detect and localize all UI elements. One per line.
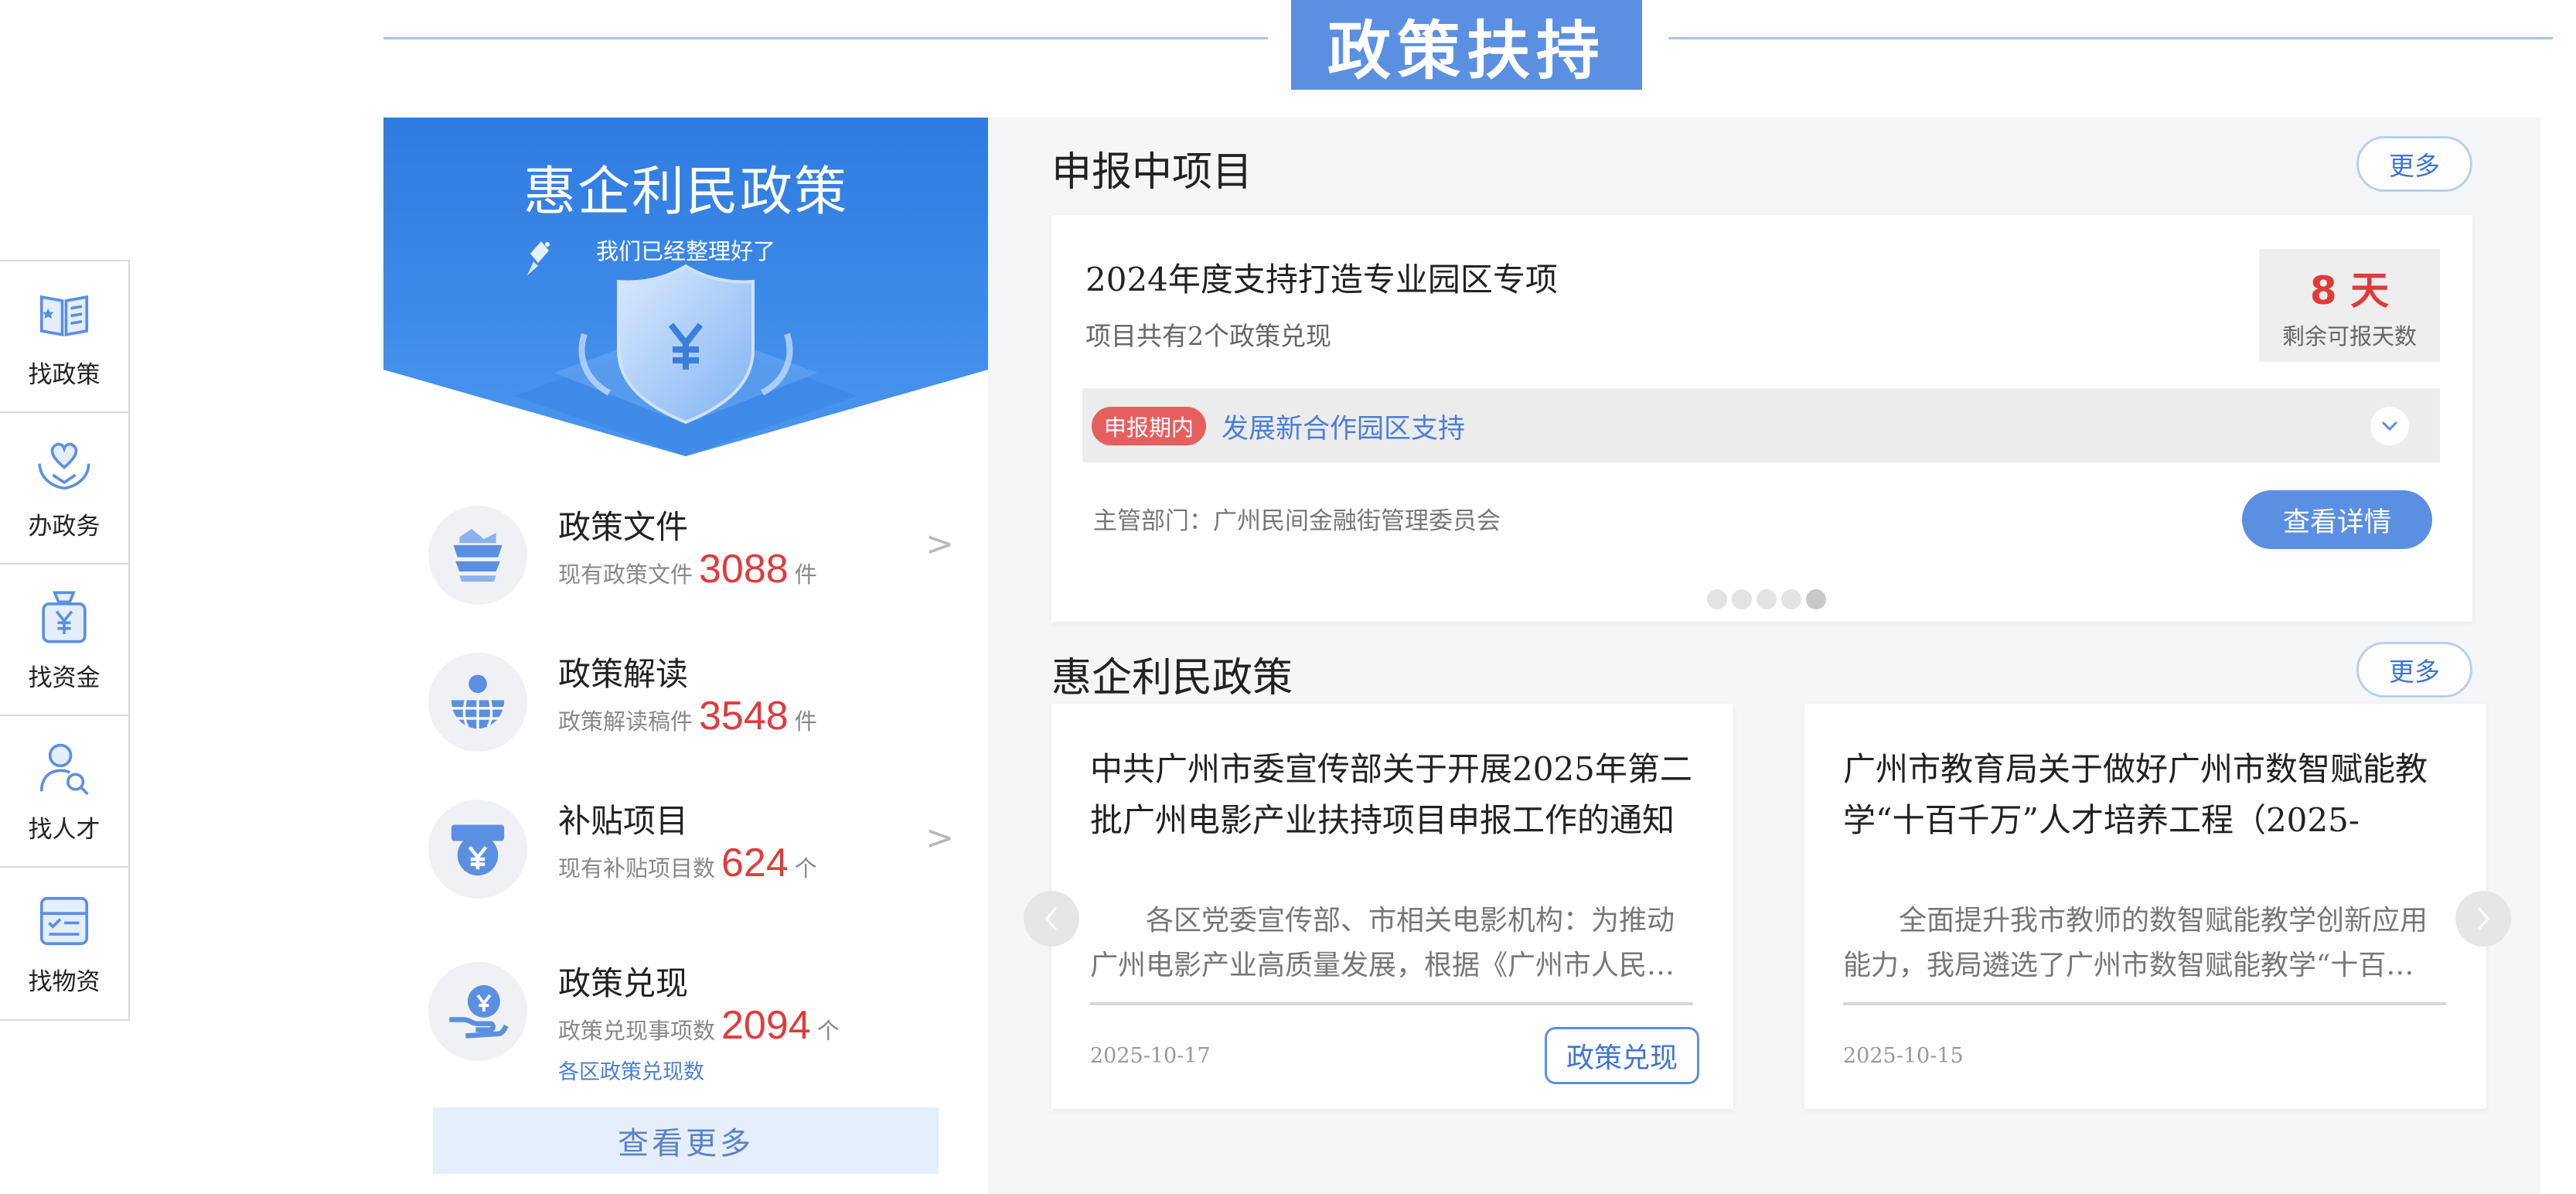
stat-unit: 件 bbox=[794, 708, 817, 735]
nav-item-find-funds[interactable]: 找资金 bbox=[0, 565, 128, 716]
stat-line: 政策兑现事项数 2094 个 bbox=[558, 1002, 840, 1049]
project-subtitle: 项目共有2个政策兑现 bbox=[1085, 321, 1331, 351]
stat-value: 624 bbox=[721, 841, 789, 885]
stat-row-policy-interpretation[interactable]: 政策解读 政策解读稿件 3548 件 bbox=[428, 648, 954, 764]
promo-panel: 惠企利民政策 我们已经整理好了 政策文件 现有政策文件 3088 件 > 政策解… bbox=[383, 118, 988, 1194]
stat-title: 政策文件 bbox=[558, 508, 689, 546]
policy-card-excerpt: 各区党委宣传部、市相关电影机构：为推动广州电影产业高质量发展，根据《广州市人民… bbox=[1090, 905, 1675, 981]
nav-item-label: 找政策 bbox=[28, 360, 101, 389]
view-details-button[interactable]: 查看详情 bbox=[2242, 490, 2432, 549]
chevron-left-icon bbox=[1045, 907, 1058, 930]
stat-value: 3548 bbox=[699, 694, 789, 739]
stat-title: 政策兑现 bbox=[558, 964, 689, 1002]
carousel-dot-active[interactable] bbox=[1806, 589, 1826, 609]
chevron-right-icon[interactable]: > bbox=[925, 524, 954, 564]
stat-unit: 个 bbox=[794, 855, 817, 882]
stat-title: 补贴项目 bbox=[558, 802, 689, 840]
header-divider-left bbox=[383, 37, 1268, 39]
document-stack-icon bbox=[453, 528, 503, 582]
stat-row-policy-fulfillment[interactable]: 政策兑现 政策兑现事项数 2094 个 各区政策兑现数 bbox=[428, 957, 954, 1084]
policy-card-date: 2025-10-17 bbox=[1090, 1044, 1211, 1068]
policies-more-button[interactable]: 更多 bbox=[2356, 642, 2472, 698]
remaining-days-box: 8 天 剩余可报天数 bbox=[2259, 249, 2440, 362]
stat-desc: 现有政策文件 bbox=[558, 561, 693, 588]
promo-subtitle: 我们已经整理好了 bbox=[595, 238, 775, 264]
policy-card[interactable]: 中共广州市委宣传部关于开展2025年第二批广州电影产业扶持项目申报工作的通知 各… bbox=[1051, 704, 1733, 1109]
nav-item-find-policy[interactable]: 找政策 bbox=[0, 261, 128, 413]
policy-card-title[interactable]: 广州市教育局关于做好广州市数智赋能教学“十百千万”人才培养工程（2025-202… bbox=[1843, 744, 2454, 846]
stat-line: 政策解读稿件 3548 件 bbox=[558, 693, 817, 739]
carousel-dot[interactable] bbox=[1707, 589, 1727, 609]
stat-icon-circle bbox=[428, 653, 527, 752]
section-title: 政策扶持 bbox=[1291, 0, 1642, 90]
remaining-days-label: 剩余可报天数 bbox=[2281, 323, 2417, 350]
stat-unit: 件 bbox=[794, 561, 817, 588]
carousel-next-button[interactable] bbox=[2455, 891, 2511, 947]
stat-title: 政策解读 bbox=[558, 655, 689, 693]
department-label: 主管部门：广州民间金融街管理委员会 bbox=[1093, 507, 1501, 535]
nav-item-government-affairs[interactable]: 办政务 bbox=[0, 413, 128, 565]
stat-value: 2094 bbox=[721, 1003, 811, 1048]
side-nav: 找政策 办政务 找资金 找人才 找物资 bbox=[0, 260, 130, 1021]
carousel-dot[interactable] bbox=[1781, 589, 1801, 609]
policy-fulfillment-tag[interactable]: 政策兑现 bbox=[1545, 1027, 1699, 1084]
stat-row-policy-documents[interactable]: 政策文件 现有政策文件 3088 件 > bbox=[428, 501, 954, 617]
chevron-down-icon[interactable] bbox=[2370, 407, 2409, 445]
remaining-days-value: 8 天 bbox=[2309, 268, 2390, 313]
applying-projects-title: 申报中项目 bbox=[1051, 149, 1253, 196]
stat-line: 现有政策文件 3088 件 bbox=[558, 546, 817, 592]
regional-fulfillment-link[interactable]: 各区政策兑现数 bbox=[558, 1055, 704, 1085]
header-divider-right bbox=[1668, 37, 2553, 39]
chevron-right-icon bbox=[2477, 907, 2489, 930]
heart-hands-icon bbox=[38, 442, 90, 490]
stat-desc: 现有补贴项目数 bbox=[558, 855, 716, 882]
policy-card[interactable]: 广州市教育局关于做好广州市数智赋能教学“十百千万”人才培养工程（2025-202… bbox=[1804, 704, 2486, 1109]
applying-more-button[interactable]: 更多 bbox=[2356, 136, 2472, 192]
stat-desc: 政策解读稿件 bbox=[558, 708, 693, 735]
policy-card-excerpt: 全面提升我市教师的数智赋能教学创新应用能力，我局遴选了广州市数智赋能教学“十百… bbox=[1843, 905, 2428, 981]
stat-line: 现有补贴项目数 624 个 bbox=[558, 840, 817, 886]
stat-value: 3088 bbox=[699, 547, 789, 592]
globe-person-icon bbox=[451, 674, 505, 729]
promo-banner: 惠企利民政策 我们已经整理好了 bbox=[383, 118, 988, 456]
stat-row-subsidy-projects[interactable]: 补贴项目 现有补贴项目数 624 个 > bbox=[428, 795, 954, 911]
view-more-button[interactable]: 查看更多 bbox=[433, 1107, 939, 1174]
project-title[interactable]: 2024年度支持打造专业园区专项 bbox=[1085, 254, 1558, 301]
nav-item-label: 办政务 bbox=[28, 512, 101, 541]
chevron-right-icon[interactable]: > bbox=[925, 818, 954, 858]
policy-card-divider bbox=[1090, 1002, 1693, 1005]
nav-item-label: 找资金 bbox=[28, 664, 101, 692]
nav-item-label: 找物资 bbox=[28, 967, 101, 996]
user-search-icon bbox=[39, 743, 89, 795]
money-bag-icon bbox=[42, 590, 87, 643]
yuan-coin-icon bbox=[451, 824, 505, 876]
policy-card-divider bbox=[1843, 1002, 2446, 1005]
carousel-dot[interactable] bbox=[1757, 589, 1777, 609]
nav-item-find-talent[interactable]: 找人才 bbox=[0, 716, 128, 868]
policy-card-title[interactable]: 中共广州市委宣传部关于开展2025年第二批广州电影产业扶持项目申报工作的通知 bbox=[1090, 744, 1701, 846]
stat-unit: 个 bbox=[816, 1018, 840, 1044]
policy-name-link[interactable]: 发展新合作园区支持 bbox=[1222, 407, 1465, 445]
project-card[interactable]: 2024年度支持打造专业园区专项 项目共有2个政策兑现 8 天 剩余可报天数 申… bbox=[1051, 215, 2472, 622]
carousel-dot[interactable] bbox=[1732, 589, 1752, 609]
policy-card-date: 2025-10-15 bbox=[1843, 1044, 1964, 1068]
stat-icon-circle bbox=[428, 800, 527, 899]
policies-title: 惠企利民政策 bbox=[1051, 655, 1293, 701]
policy-strip: 申报期内 发展新合作园区支持 bbox=[1082, 388, 2440, 462]
carousel-dots bbox=[1707, 589, 1826, 609]
policy-book-icon bbox=[39, 295, 89, 336]
stat-icon-circle bbox=[428, 962, 527, 1061]
stat-desc: 政策兑现事项数 bbox=[558, 1018, 716, 1044]
carousel-prev-button[interactable] bbox=[1024, 891, 1079, 947]
supply-box-icon bbox=[39, 896, 89, 945]
stat-icon-circle bbox=[428, 506, 527, 605]
nav-item-find-supplies[interactable]: 找物资 bbox=[0, 868, 128, 1019]
promo-title: 惠企利民政策 bbox=[523, 162, 848, 223]
status-badge: 申报期内 bbox=[1092, 407, 1207, 445]
nav-item-label: 找人才 bbox=[28, 815, 101, 844]
hand-money-icon bbox=[449, 984, 509, 1039]
